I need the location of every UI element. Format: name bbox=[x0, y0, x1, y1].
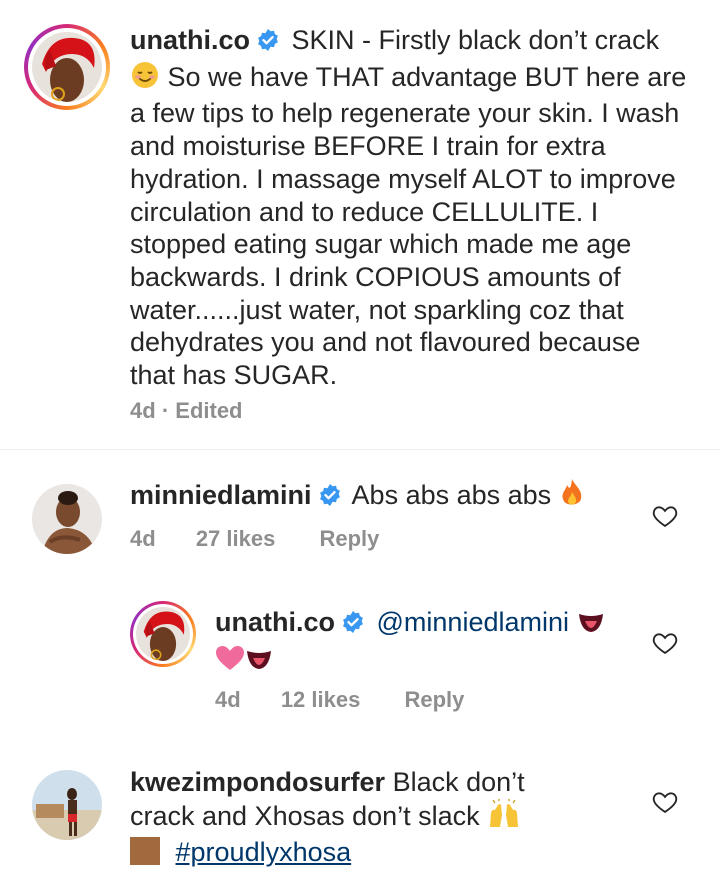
comment-username[interactable]: kwezimpondosurfer bbox=[130, 767, 385, 797]
edited-label: Edited bbox=[175, 398, 243, 423]
avatar-unathi[interactable] bbox=[136, 607, 190, 661]
comment-time: 4d bbox=[215, 687, 241, 712]
meta-separator: · bbox=[161, 398, 170, 423]
avatar-minniedlamini[interactable] bbox=[32, 484, 102, 554]
caption-divider bbox=[0, 449, 720, 450]
verified-badge-icon bbox=[341, 609, 365, 642]
likes-count[interactable]: 27 likes bbox=[196, 526, 276, 551]
comment-time: 4d bbox=[130, 526, 156, 551]
comment-body: unathi.co SKIN - Firstly black don’t cra… bbox=[130, 24, 690, 392]
reply-button[interactable]: Reply bbox=[319, 526, 379, 551]
comment-body: minniedlamini Abs abs abs abs bbox=[130, 478, 630, 516]
comment-text-continued: So we have THAT advantage BUT here are a… bbox=[130, 61, 687, 391]
comment-meta: 4d 12 likes Reply bbox=[215, 687, 464, 713]
comment-meta: 4d · Edited bbox=[130, 398, 243, 424]
comment-username[interactable]: unathi.co bbox=[130, 25, 250, 55]
reply-button[interactable]: Reply bbox=[404, 687, 464, 712]
comment-meta: 4d 27 likes Reply bbox=[130, 526, 379, 552]
raising-hands-emoji-icon bbox=[487, 798, 521, 837]
verified-badge-icon bbox=[318, 482, 342, 515]
avatar-kwezimpondosurfer[interactable] bbox=[32, 770, 102, 840]
comment-time: 4d bbox=[130, 398, 156, 423]
like-heart-icon[interactable] bbox=[651, 788, 679, 816]
like-heart-icon[interactable] bbox=[651, 502, 679, 530]
like-heart-icon[interactable] bbox=[651, 629, 679, 657]
fire-emoji-icon bbox=[559, 478, 585, 516]
verified-badge-icon bbox=[256, 27, 280, 60]
comment-text: Abs abs abs abs bbox=[351, 480, 552, 510]
likes-count[interactable]: 12 likes bbox=[281, 687, 361, 712]
comment-text: SKIN - Firstly black don’t crack bbox=[291, 25, 660, 55]
tongue-emoji-icon bbox=[577, 610, 605, 643]
comment-text-continued: crack and Xhosas don’t slack bbox=[130, 800, 480, 831]
tongue-emoji-icon bbox=[245, 647, 273, 680]
comment-username[interactable]: minniedlamini bbox=[130, 480, 312, 510]
comment-body: unathi.co @minniedlamini bbox=[215, 606, 635, 679]
hashtag-link[interactable]: #proudlyxhosa bbox=[176, 837, 352, 867]
comment-username[interactable]: unathi.co bbox=[215, 607, 335, 637]
comment-text: Black don’t bbox=[392, 767, 525, 797]
heart-emoji-icon bbox=[215, 644, 245, 680]
brown-square-emoji-icon bbox=[130, 837, 160, 866]
avatar-unathi[interactable] bbox=[32, 32, 102, 102]
smiling-face-emoji-icon bbox=[130, 60, 160, 98]
mention-link[interactable]: @minniedlamini bbox=[377, 607, 569, 637]
